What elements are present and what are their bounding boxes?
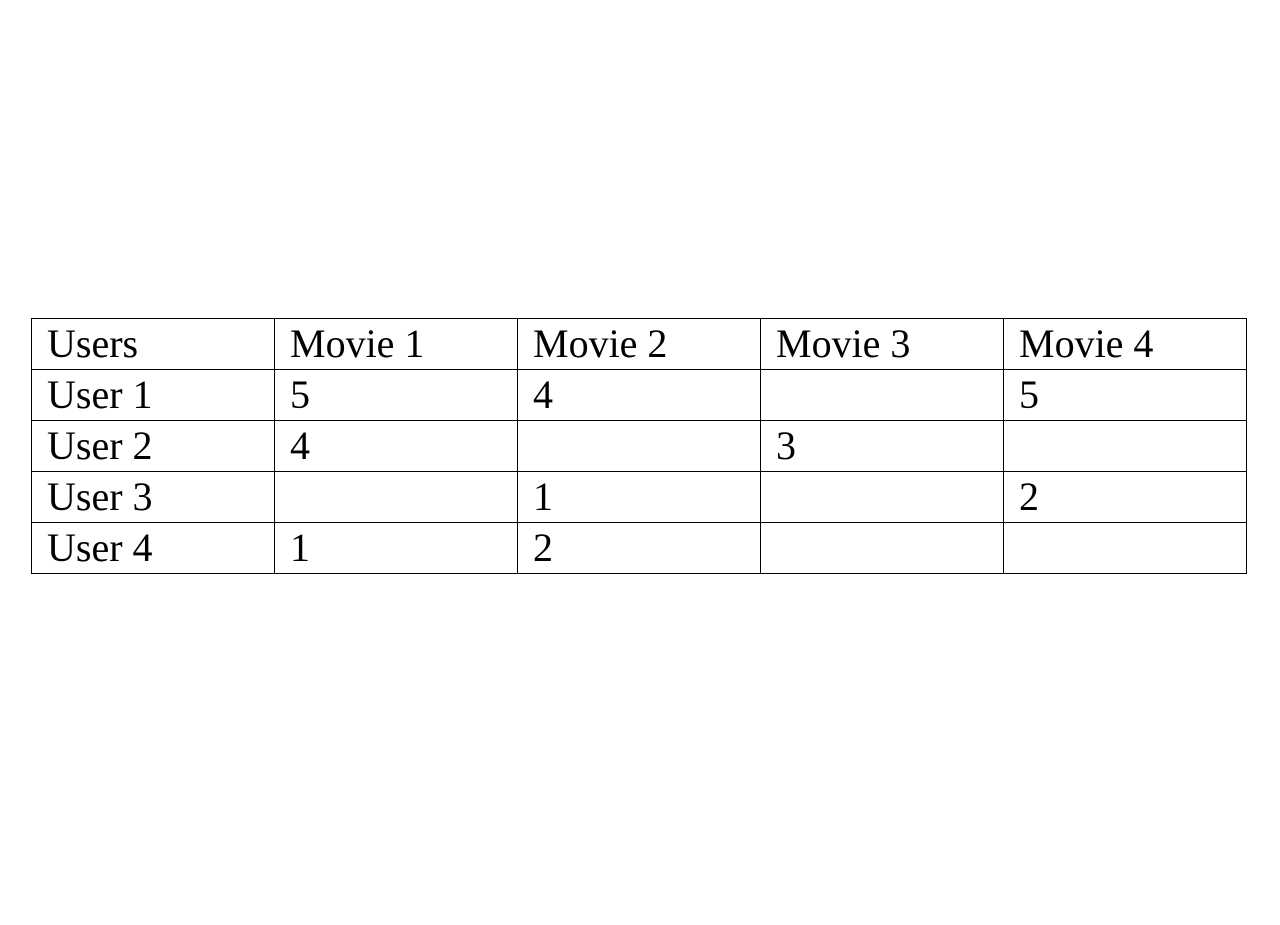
table-header-row: Users Movie 1 Movie 2 Movie 3 Movie 4 (31, 318, 1247, 370)
rating-cell: 1 (517, 471, 761, 523)
user-cell: User 3 (31, 471, 275, 523)
user-cell: User 1 (31, 369, 275, 421)
rating-cell (1003, 522, 1247, 574)
user-cell: User 4 (31, 522, 275, 574)
header-cell: Movie 4 (1003, 318, 1247, 370)
header-cell: Movie 2 (517, 318, 761, 370)
header-cell: Movie 1 (274, 318, 518, 370)
rating-cell: 1 (274, 522, 518, 574)
rating-cell (760, 369, 1004, 421)
table-row: User 4 1 2 (31, 522, 1247, 574)
rating-cell (1003, 420, 1247, 472)
ratings-table: Users Movie 1 Movie 2 Movie 3 Movie 4 Us… (31, 318, 1247, 574)
rating-cell: 4 (274, 420, 518, 472)
rating-cell: 2 (1003, 471, 1247, 523)
table-row: User 2 4 3 (31, 420, 1247, 472)
rating-cell: 5 (1003, 369, 1247, 421)
rating-cell: 2 (517, 522, 761, 574)
header-cell: Movie 3 (760, 318, 1004, 370)
rating-cell: 3 (760, 420, 1004, 472)
rating-cell (760, 471, 1004, 523)
rating-cell (760, 522, 1004, 574)
header-cell: Users (31, 318, 275, 370)
rating-cell: 5 (274, 369, 518, 421)
rating-cell (274, 471, 518, 523)
rating-cell (517, 420, 761, 472)
user-cell: User 2 (31, 420, 275, 472)
table-row: User 1 5 4 5 (31, 369, 1247, 421)
rating-cell: 4 (517, 369, 761, 421)
table-row: User 3 1 2 (31, 471, 1247, 523)
